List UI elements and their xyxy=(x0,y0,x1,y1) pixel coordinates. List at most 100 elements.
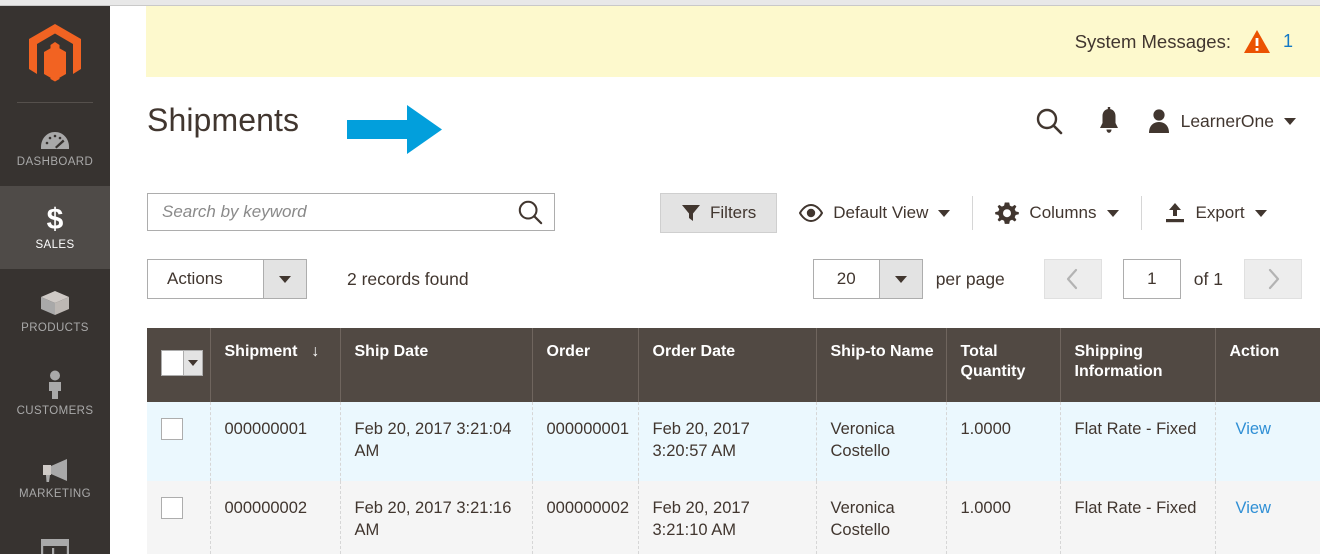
system-messages-count[interactable]: 1 xyxy=(1283,31,1293,52)
grid-actions-row: Actions 2 records found 20 per page 1 of… xyxy=(110,242,1320,306)
main-content: System Messages: 1 Shipments LearnerOne … xyxy=(110,6,1320,554)
sidebar-item-label: CUSTOMERS xyxy=(16,404,94,417)
cell-order-date: Feb 20, 2017 3:20:57 AM xyxy=(638,402,817,481)
table-row[interactable]: 000000002 Feb 20, 2017 3:21:16 AM 000000… xyxy=(147,480,1320,554)
chevron-down-icon xyxy=(894,275,907,283)
per-page-dropdown-toggle[interactable] xyxy=(878,260,922,298)
warning-triangle-icon xyxy=(1243,30,1270,53)
row-checkbox[interactable] xyxy=(161,418,183,440)
layout-blocks-icon xyxy=(41,536,69,554)
column-header-shipment[interactable]: Shipment ↓ xyxy=(210,328,341,402)
dollar-sign-icon: $ xyxy=(44,203,66,234)
column-header-ship-to-name[interactable]: Ship-to Name xyxy=(816,328,947,402)
global-search-button[interactable] xyxy=(1019,99,1079,143)
per-page-label: per page xyxy=(935,268,1005,289)
cell-shipment: 000000002 xyxy=(210,480,341,554)
main-sidebar: DASHBOARD $ SALES PRODUCTS CUSTOMERS MAR… xyxy=(0,6,110,554)
current-page-input[interactable]: 1 xyxy=(1122,259,1181,299)
sidebar-item-dashboard[interactable]: DASHBOARD xyxy=(0,103,110,186)
select-all-header[interactable] xyxy=(147,328,211,402)
column-header-order-date[interactable]: Order Date xyxy=(638,328,817,402)
view-link[interactable]: View xyxy=(1236,499,1271,517)
cell-ship-date: Feb 20, 2017 3:21:04 AM xyxy=(340,402,533,481)
magento-logo[interactable] xyxy=(0,6,110,102)
table-header-row: Shipment ↓ Ship Date Order Order Date Sh… xyxy=(147,328,1320,402)
sidebar-item-products[interactable]: PRODUCTS xyxy=(0,269,110,352)
checkbox-icon[interactable] xyxy=(162,350,183,375)
column-header-order[interactable]: Order xyxy=(532,328,639,402)
person-icon xyxy=(44,370,66,400)
user-name-label: LearnerOne xyxy=(1180,110,1274,131)
sidebar-item-label: MARKETING xyxy=(19,487,91,500)
user-avatar-icon xyxy=(1148,109,1169,133)
export-selector[interactable]: Export xyxy=(1142,193,1289,233)
search-submit-button[interactable] xyxy=(506,194,554,230)
sidebar-item-marketing[interactable]: MARKETING xyxy=(0,435,110,518)
export-label: Export xyxy=(1195,203,1245,222)
sidebar-item-content[interactable]: CONTENT xyxy=(0,518,110,554)
keyword-search-box[interactable] xyxy=(147,193,555,231)
notifications-button[interactable] xyxy=(1079,99,1139,143)
search-input[interactable] xyxy=(148,202,506,222)
funnel-icon xyxy=(682,205,700,221)
select-all-checkbox-dropdown[interactable] xyxy=(161,349,203,376)
box-icon xyxy=(39,287,71,317)
row-select-cell[interactable] xyxy=(147,480,211,554)
gear-icon xyxy=(995,202,1020,224)
columns-label: Columns xyxy=(1029,203,1097,222)
column-header-ship-date[interactable]: Ship Date xyxy=(340,328,533,402)
chevron-right-icon xyxy=(1268,268,1279,290)
per-page-dropdown[interactable]: 20 xyxy=(812,259,923,299)
admin-page: DASHBOARD $ SALES PRODUCTS CUSTOMERS MAR… xyxy=(0,0,1320,554)
column-header-action: Action xyxy=(1215,328,1320,402)
row-checkbox[interactable] xyxy=(161,496,183,519)
chevron-down-icon xyxy=(1254,209,1267,217)
cell-order: 000000002 xyxy=(532,480,639,554)
search-icon xyxy=(518,200,543,225)
filters-label: Filters xyxy=(710,203,757,222)
magento-logo-icon xyxy=(29,24,81,82)
header-tools: LearnerOne xyxy=(1019,99,1300,143)
chevron-left-icon xyxy=(1067,268,1078,290)
page-header: Shipments LearnerOne xyxy=(110,77,1320,169)
per-page-value: 20 xyxy=(836,269,856,288)
cell-order: 000000001 xyxy=(532,402,639,481)
row-select-cell[interactable] xyxy=(147,402,211,481)
cell-shipping-information: Flat Rate - Fixed xyxy=(1060,402,1216,481)
default-view-selector[interactable]: Default View xyxy=(777,193,972,233)
system-messages-label: System Messages: xyxy=(1074,30,1231,52)
actions-label: Actions xyxy=(167,269,223,288)
sidebar-item-sales[interactable]: $ SALES xyxy=(0,186,110,269)
grid-toolbar-controls: Filters Default View Columns Export xyxy=(660,193,1289,233)
chevron-down-icon xyxy=(1284,117,1296,125)
column-header-total-quantity[interactable]: Total Quantity xyxy=(946,328,1061,402)
table-row[interactable]: 000000001 Feb 20, 2017 3:21:04 AM 000000… xyxy=(147,402,1320,481)
sidebar-item-label: PRODUCTS xyxy=(21,321,89,334)
system-messages-bar[interactable]: System Messages: 1 xyxy=(146,6,1320,77)
actions-dropdown-toggle[interactable] xyxy=(263,260,306,298)
actions-dropdown[interactable]: Actions xyxy=(147,259,307,299)
user-menu[interactable]: LearnerOne xyxy=(1139,99,1300,143)
column-header-shipping-information[interactable]: Shipping Information xyxy=(1060,328,1216,402)
next-page-button[interactable] xyxy=(1244,259,1302,299)
cell-shipment: 000000001 xyxy=(210,402,341,481)
chevron-down-icon xyxy=(938,209,951,217)
cell-ship-date: Feb 20, 2017 3:21:16 AM xyxy=(340,480,533,554)
default-view-label: Default View xyxy=(833,203,929,222)
records-found-label: 2 records found xyxy=(347,269,469,289)
view-link[interactable]: View xyxy=(1236,420,1271,438)
columns-selector[interactable]: Columns xyxy=(973,193,1140,233)
bell-icon xyxy=(1099,107,1118,133)
cell-order-date: Feb 20, 2017 3:21:10 AM xyxy=(638,480,817,554)
previous-page-button[interactable] xyxy=(1043,259,1102,299)
sidebar-item-customers[interactable]: CUSTOMERS xyxy=(0,352,110,435)
filters-button[interactable]: Filters xyxy=(660,193,778,233)
shipments-grid: Shipment ↓ Ship Date Order Order Date Sh… xyxy=(147,328,1320,554)
upload-icon xyxy=(1165,203,1184,223)
total-pages-label: of 1 xyxy=(1193,268,1223,289)
right-arrow-annotation-icon xyxy=(347,105,442,154)
megaphone-icon xyxy=(39,453,71,483)
dashboard-gauge-icon xyxy=(40,121,70,151)
eye-icon xyxy=(799,204,824,222)
select-all-dropdown-toggle[interactable] xyxy=(183,350,202,375)
